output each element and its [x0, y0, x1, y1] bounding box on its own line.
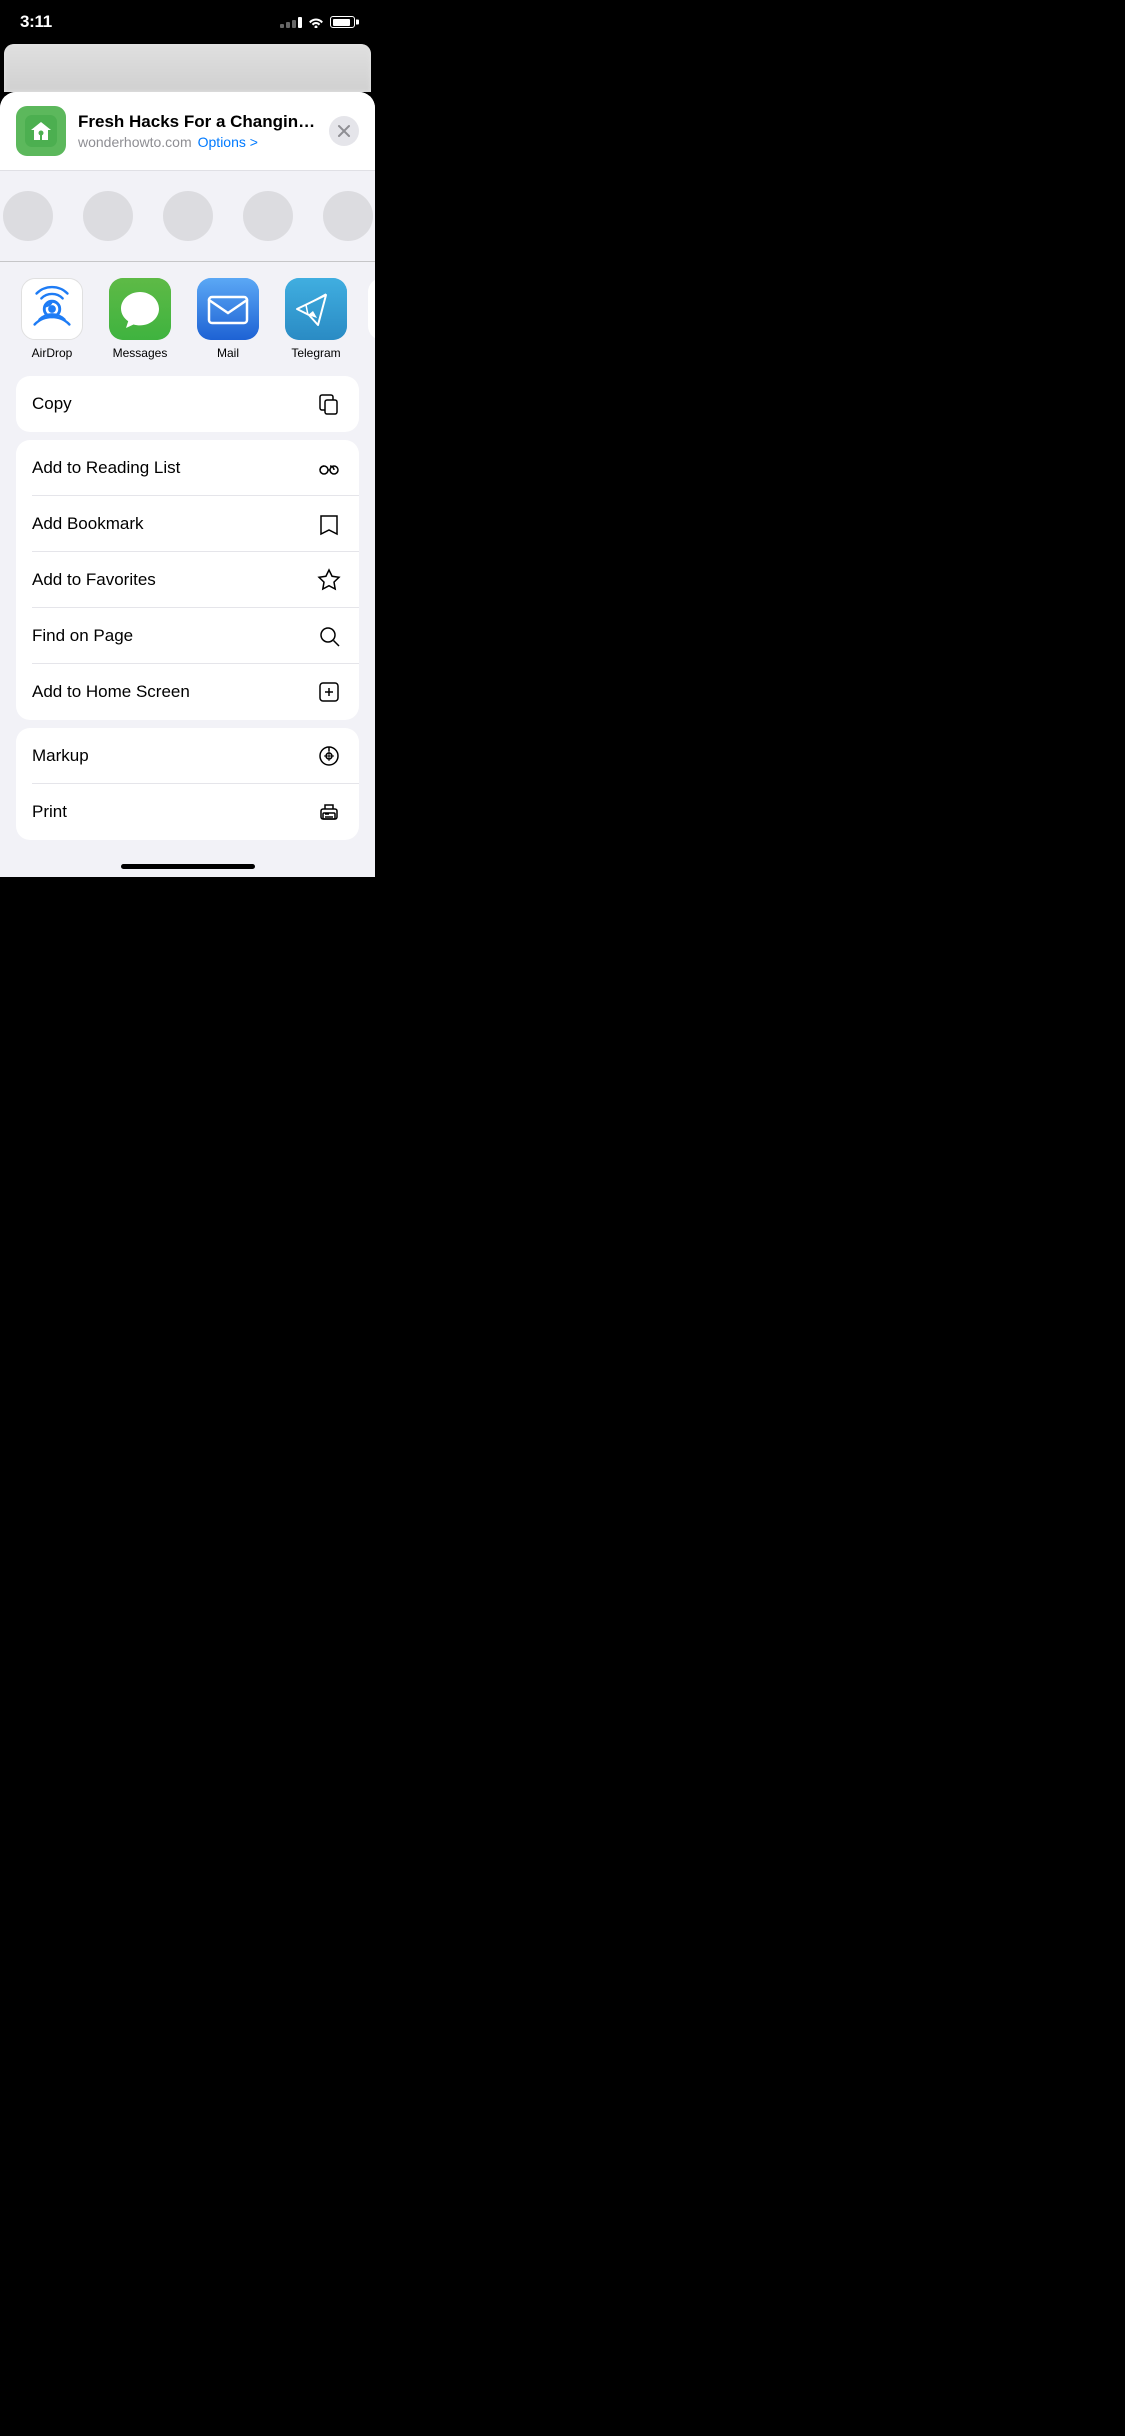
favorites-label: Add to Favorites	[32, 570, 156, 590]
mail-icon-bg	[197, 278, 259, 340]
status-bar: 3:11	[0, 0, 375, 44]
telegram-label: Telegram	[291, 346, 340, 360]
share-app-mail[interactable]: Mail	[192, 278, 264, 360]
signal-icon	[280, 17, 302, 28]
partial-icon	[368, 278, 375, 340]
share-sheet: Fresh Hacks For a Changing World wonderh…	[0, 92, 375, 877]
action-group-copy: Copy	[16, 376, 359, 432]
blurred-contacts-area	[0, 171, 375, 261]
wifi-icon	[308, 16, 324, 28]
markup-label: Markup	[32, 746, 89, 766]
mail-label: Mail	[217, 346, 239, 360]
print-label: Print	[32, 802, 67, 822]
share-app-airdrop[interactable]: AirDrop	[16, 278, 88, 360]
airdrop-icon	[22, 278, 82, 340]
share-title: Fresh Hacks For a Changing World	[78, 112, 317, 132]
action-add-bookmark[interactable]: Add Bookmark	[16, 496, 359, 552]
home-indicator-area	[0, 856, 375, 877]
action-markup[interactable]: Markup	[16, 728, 359, 784]
share-app-telegram[interactable]: Telegram	[280, 278, 352, 360]
airdrop-label: AirDrop	[32, 346, 73, 360]
action-find-on-page[interactable]: Find on Page	[16, 608, 359, 664]
markup-icon	[315, 742, 343, 770]
messages-label: Messages	[113, 346, 168, 360]
airdrop-icon-bg	[21, 278, 83, 340]
share-apps-scroll[interactable]: AirDrop Messag	[0, 278, 375, 360]
search-icon	[315, 622, 343, 650]
share-meta: wonderhowto.com Options >	[78, 134, 317, 150]
status-time: 3:11	[20, 12, 52, 32]
telegram-icon	[285, 278, 347, 340]
plus-square-icon	[315, 678, 343, 706]
action-print[interactable]: Print	[16, 784, 359, 840]
action-add-reading-list[interactable]: Add to Reading List	[16, 440, 359, 496]
telegram-icon-bg	[285, 278, 347, 340]
app-icon	[16, 106, 66, 156]
share-domain: wonderhowto.com	[78, 134, 192, 150]
reading-list-label: Add to Reading List	[32, 458, 180, 478]
print-icon	[315, 798, 343, 826]
share-info: Fresh Hacks For a Changing World wonderh…	[78, 112, 317, 150]
book-icon	[315, 510, 343, 538]
action-group-browser: Add to Reading List Add Bookmark	[16, 440, 359, 720]
action-add-favorites[interactable]: Add to Favorites	[16, 552, 359, 608]
copy-label: Copy	[32, 394, 72, 414]
glasses-icon	[315, 454, 343, 482]
home-screen-label: Add to Home Screen	[32, 682, 190, 702]
share-options-button[interactable]: Options >	[198, 134, 258, 150]
share-apps-section: AirDrop Messag	[0, 262, 375, 368]
battery-icon	[330, 16, 355, 28]
mail-icon	[197, 278, 259, 340]
find-label: Find on Page	[32, 626, 133, 646]
close-button[interactable]	[329, 116, 359, 146]
share-app-partial[interactable]	[368, 278, 375, 360]
star-icon	[315, 566, 343, 594]
messages-icon-bg	[109, 278, 171, 340]
app-icon-image	[25, 115, 57, 147]
action-add-home-screen[interactable]: Add to Home Screen	[16, 664, 359, 720]
copy-icon	[315, 390, 343, 418]
background-preview	[4, 44, 371, 92]
share-app-messages[interactable]: Messages	[104, 278, 176, 360]
close-icon	[337, 124, 351, 138]
messages-icon	[109, 278, 171, 340]
home-indicator	[121, 864, 255, 869]
action-group-tools: Markup Print	[16, 728, 359, 840]
bookmark-label: Add Bookmark	[32, 514, 144, 534]
share-header: Fresh Hacks For a Changing World wonderh…	[0, 92, 375, 171]
action-list: Copy Add to Reading List	[0, 368, 375, 856]
status-icons	[280, 16, 355, 28]
action-copy[interactable]: Copy	[16, 376, 359, 432]
